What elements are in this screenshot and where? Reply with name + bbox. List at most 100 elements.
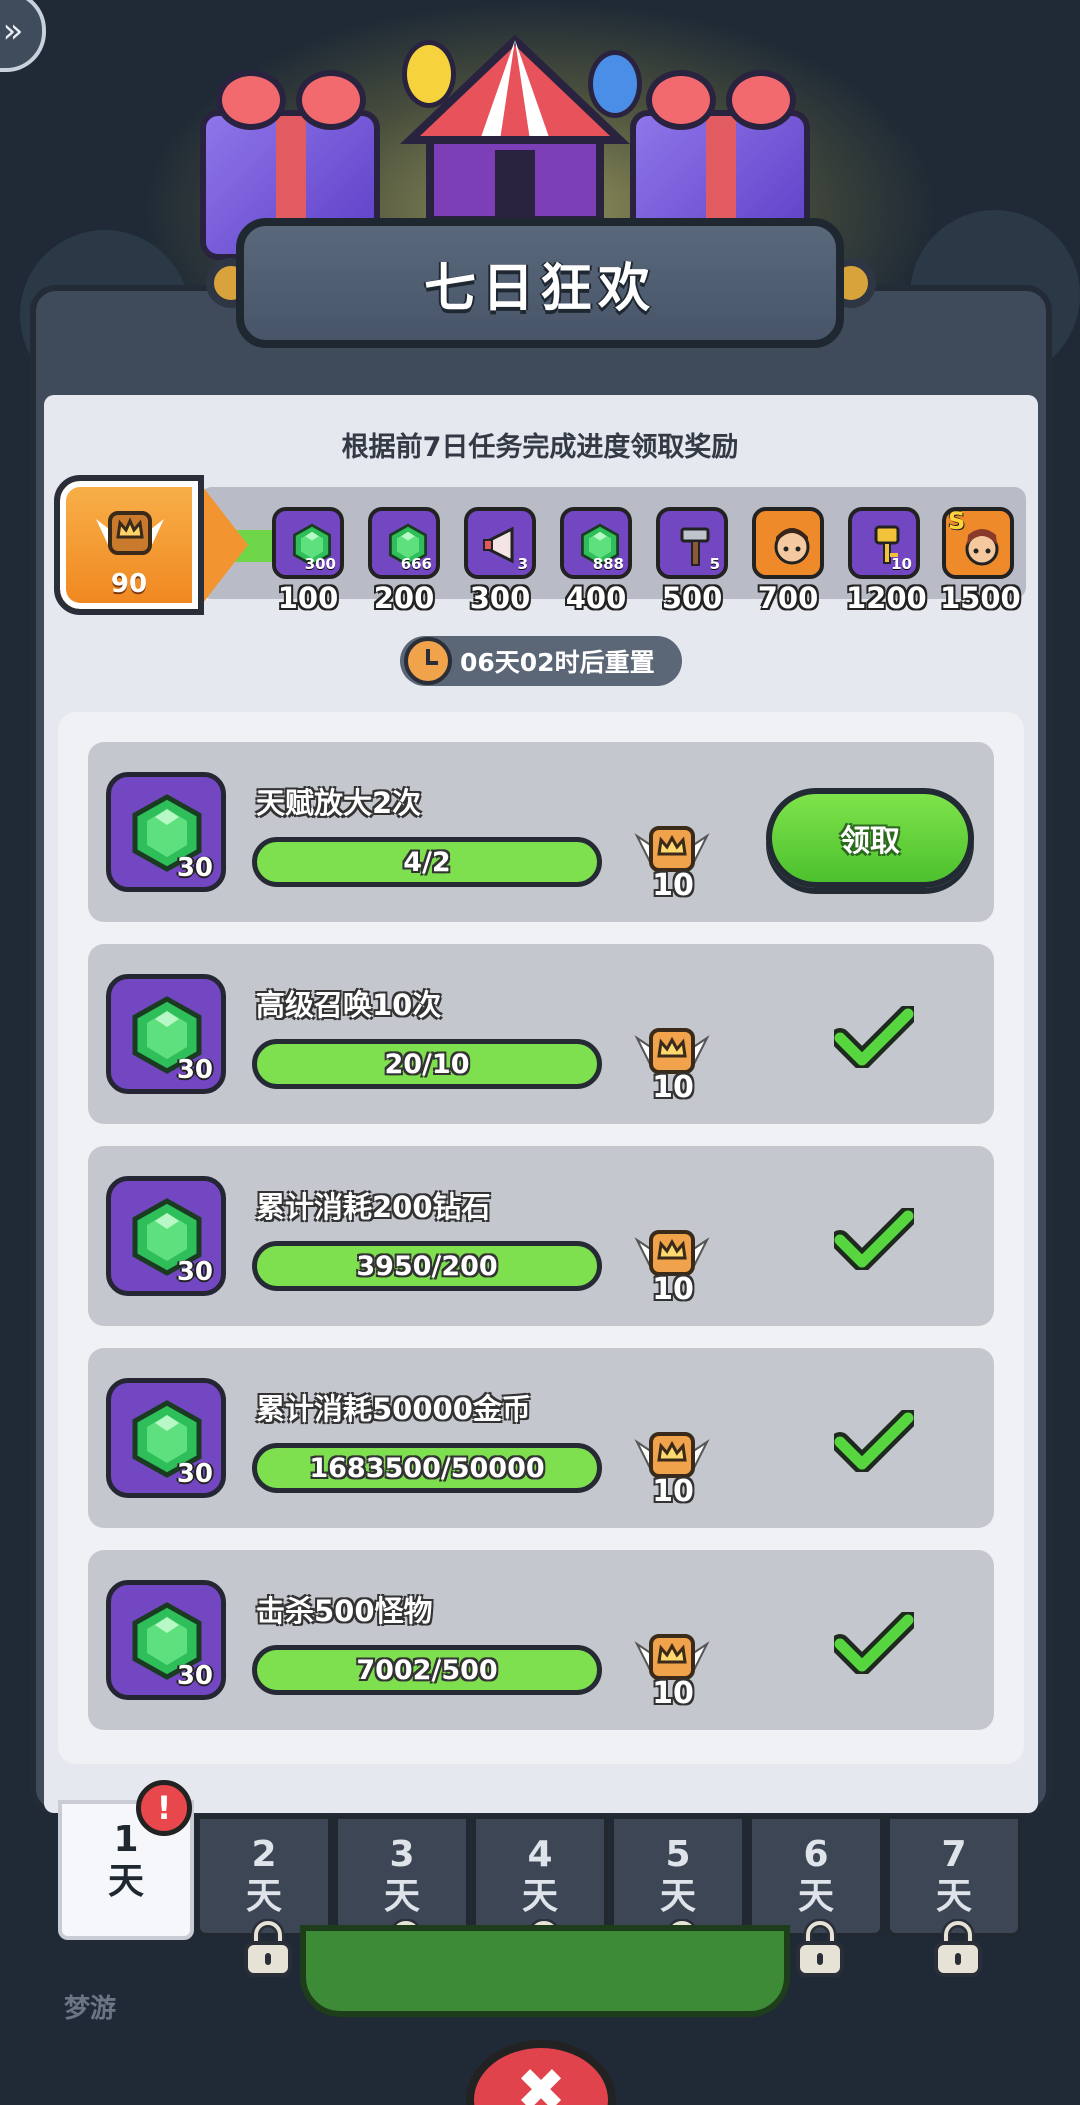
milestone-reward-qty: 5 [709, 555, 720, 573]
task-reward[interactable]: 30 [106, 1580, 226, 1700]
tab-day-unit: 天 [521, 1876, 558, 1917]
task-row: 30 天赋放大2次 4/2 10 领取 [88, 742, 994, 922]
claim-button[interactable]: 领取 [766, 788, 974, 888]
lock-icon [932, 1918, 984, 1977]
task-progress-text: 20/10 [384, 1048, 470, 1080]
task-points: 10 [633, 1224, 713, 1307]
title-plate: 七日狂欢 [236, 218, 844, 348]
milestone-reward[interactable]: 300 100 [270, 507, 346, 615]
milestone-reward-box: S [942, 507, 1014, 579]
milestone-reward[interactable]: 5 500 [654, 507, 730, 615]
s-hero-portrait-icon [960, 523, 1004, 567]
event-subtitle: 根据前7日任务完成进度领取奖励 [341, 432, 739, 463]
milestone-reward-box: 5 [656, 507, 728, 579]
task-name: 累计消耗50000金币 [256, 1392, 531, 1426]
check-icon [830, 1206, 918, 1272]
task-reward[interactable]: 30 [106, 974, 226, 1094]
task-progress-bar: 1683500/50000 [252, 1443, 602, 1493]
task-progress-text: 4/2 [403, 846, 451, 878]
tab-day-unit: 天 [383, 1876, 420, 1917]
task-reward-qty: 30 [176, 1257, 213, 1287]
milestone-reward[interactable]: 666 200 [366, 507, 442, 615]
task-reward[interactable]: 30 [106, 772, 226, 892]
milestone-reward[interactable]: 10 1200 [846, 507, 927, 615]
task-progress-text: 7002/500 [356, 1654, 498, 1686]
tab-day-6[interactable]: 6天 [748, 1815, 884, 1977]
milestone-reward-box: 666 [368, 507, 440, 579]
clock-icon [404, 637, 452, 685]
milestone-reward-box [752, 507, 824, 579]
tab-day-5[interactable]: 5天 [610, 1815, 746, 1977]
back-button[interactable]: » [0, 0, 46, 72]
tab-day-3[interactable]: 3天 [334, 1815, 470, 1977]
tab-day-unit: 天 [659, 1876, 696, 1917]
milestone-points: 100 [277, 581, 339, 615]
milestone-reward-qty: 666 [400, 555, 432, 573]
milestone-reward[interactable]: 700 [750, 507, 826, 615]
tab-day-4[interactable]: 4天 [472, 1815, 608, 1977]
task-row: 30 击杀500怪物 7002/500 10 [88, 1550, 994, 1730]
milestone-reward-box: 888 [560, 507, 632, 579]
task-row: 30 累计消耗200钻石 3950/200 10 [88, 1146, 994, 1326]
task-progress-bar: 20/10 [252, 1039, 602, 1089]
tab-day-unit: 天 [245, 1876, 282, 1917]
task-reward-qty: 30 [176, 1055, 213, 1085]
reset-timer: 06天02时后重置 [400, 636, 682, 686]
task-name: 高级召唤10次 [256, 988, 442, 1022]
milestone-points: 200 [373, 581, 435, 615]
tab-day-unit: 天 [107, 1861, 144, 1902]
circus-tent-icon [400, 34, 630, 224]
task-progress-text: 1683500/50000 [309, 1452, 545, 1484]
tab-day-2[interactable]: 2天 [196, 1815, 332, 1977]
task-reward[interactable]: 30 [106, 1378, 226, 1498]
milestone-reward-qty: 300 [304, 555, 336, 573]
task-reward-qty: 30 [176, 853, 213, 883]
task-progress-text: 3950/200 [356, 1250, 498, 1282]
milestone-points: 500 [661, 581, 723, 615]
task-reward-qty: 30 [176, 1459, 213, 1489]
milestone-points: 300 [469, 581, 531, 615]
task-name: 累计消耗200钻石 [256, 1190, 491, 1224]
milestone-reward-box: 300 [272, 507, 344, 579]
tab-day-7[interactable]: 7天 [886, 1815, 1022, 1977]
task-reward[interactable]: 30 [106, 1176, 226, 1296]
task-progress-bar: 7002/500 [252, 1645, 602, 1695]
task-progress-bar: 4/2 [252, 837, 602, 887]
tab-day-number: 7 [941, 1834, 967, 1875]
task-row: 30 高级召唤10次 20/10 10 [88, 944, 994, 1124]
task-points: 10 [633, 1426, 713, 1509]
task-points: 10 [633, 820, 713, 903]
milestone-reward-qty: 10 [891, 555, 912, 573]
tab-day-number: 2 [251, 1834, 277, 1875]
task-reward-qty: 30 [176, 1661, 213, 1691]
milestone-points: 700 [757, 581, 819, 615]
close-button[interactable]: ✖ [466, 2040, 616, 2105]
milestone-reward[interactable]: S 1500 [940, 507, 1021, 615]
chevron-right-icon: » [2, 11, 24, 51]
milestone-reward-qty: 3 [517, 555, 528, 573]
current-points-badge: 90 [54, 475, 204, 615]
reset-timer-text: 06天02时后重置 [460, 648, 655, 677]
task-row: 30 累计消耗50000金币 1683500/50000 10 [88, 1348, 994, 1528]
milestone-points: 1500 [940, 581, 1021, 615]
tab-day-number: 6 [803, 1834, 829, 1875]
tab-day-number: 3 [389, 1834, 415, 1875]
tab-day-unit: 天 [935, 1876, 972, 1917]
task-name: 天赋放大2次 [256, 786, 422, 820]
milestone-points: 1200 [846, 581, 927, 615]
milestone-reward-box: 10 [848, 507, 920, 579]
current-points: 90 [110, 569, 148, 599]
check-icon [830, 1610, 918, 1676]
tab-day-unit: 天 [797, 1876, 834, 1917]
rank-badge: S [948, 507, 966, 535]
hero-portrait-icon [770, 523, 814, 567]
milestone-reward[interactable]: 888 400 [558, 507, 634, 615]
check-icon [830, 1408, 918, 1474]
bottom-bar [300, 1925, 790, 2017]
milestone-reward[interactable]: 3 300 [462, 507, 538, 615]
milestone-points: 400 [565, 581, 627, 615]
crown-wings-icon [96, 511, 164, 555]
check-icon [830, 1004, 918, 1070]
milestone-reward-qty: 888 [592, 555, 624, 573]
page-title: 七日狂欢 [423, 258, 656, 319]
